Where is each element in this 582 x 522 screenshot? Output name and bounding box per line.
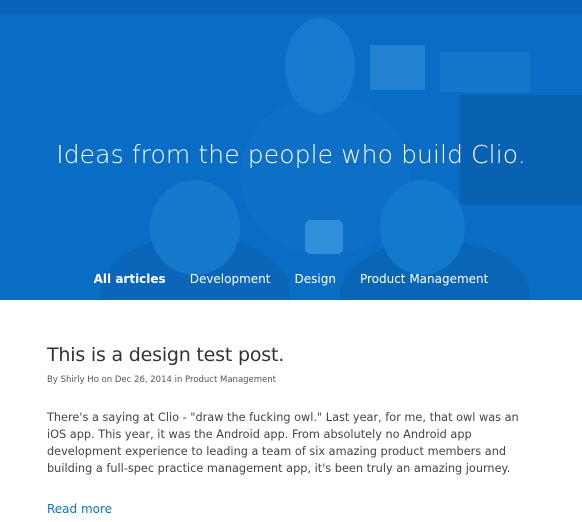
post-meta: By Shirly Ho on Dec 26, 2014 in Product …	[47, 375, 277, 385]
post-excerpt: There's a saying at Clio - "draw the fuc…	[47, 411, 519, 475]
post-preview: This is a design test post. By Shirly Ho…	[47, 344, 537, 518]
read-more-link[interactable]: Read more	[47, 502, 112, 516]
nav-item-development[interactable]: Development	[190, 272, 271, 286]
category-nav: All articles Development Design Product …	[0, 272, 582, 286]
hero-title: Ideas from the people who build Clio.	[56, 140, 526, 169]
nav-item-all-articles[interactable]: All articles	[94, 272, 166, 286]
nav-item-design[interactable]: Design	[295, 272, 336, 286]
post-title[interactable]: This is a design test post.	[47, 344, 537, 366]
hero-banner: Ideas from the people who build Clio. Al…	[0, 0, 582, 300]
nav-item-product-management[interactable]: Product Management	[360, 272, 488, 286]
